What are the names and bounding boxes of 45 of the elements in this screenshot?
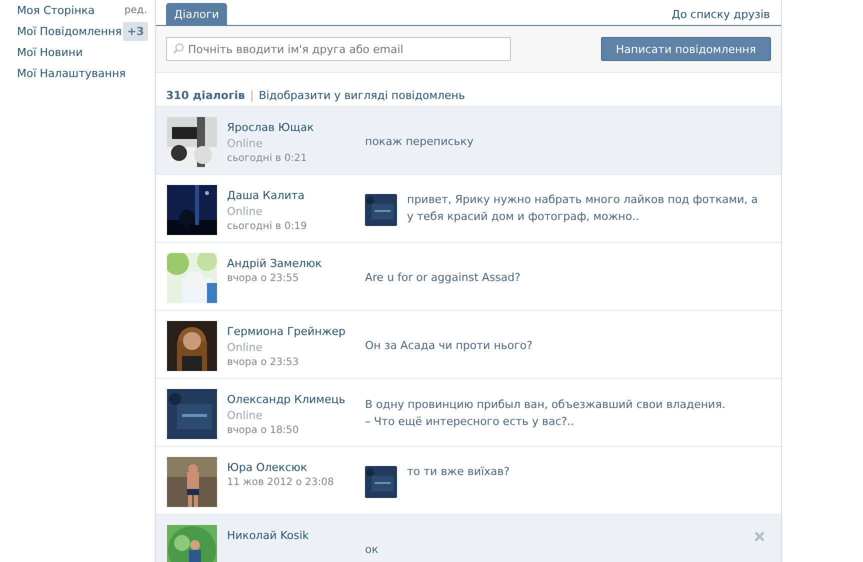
message-preview: то ти вже виїхав? — [407, 464, 510, 480]
tab[interactable]: Діалоги — [166, 3, 228, 25]
contact-name[interactable]: Гермиона Грейнжер — [227, 325, 365, 338]
message-time: вчора о 18:50 — [227, 425, 300, 436]
dialog-row[interactable]: Андрій Замелюк вчора о 23:55 Are u for or aggainst Assad? — [156, 243, 781, 311]
contact-name[interactable]: Даша Калита — [227, 189, 365, 202]
online-status: Online — [227, 341, 264, 354]
contact-name[interactable]: Олександр Климець — [227, 393, 365, 406]
message-preview: привет, Ярику нужно набрать много лайков под фотками, а у тебя красий дом и фотограф, можно.. — [407, 192, 759, 225]
contact-name[interactable]: Юра Олексюк — [227, 461, 365, 474]
contact-name[interactable]: Ярослав Ющак — [227, 121, 365, 134]
message-preview: В одну провинцию прибыл ван, объезжавший свои владения. – Что ещё интересного есть у вас?.. — [365, 397, 726, 430]
delete-icon[interactable] — [754, 531, 765, 542]
message-preview: Are u for or aggainst Assad? — [365, 270, 520, 286]
message-time: сьогодні в 0:19 — [227, 221, 308, 232]
dialog-row[interactable]: Олександр Климець Online вчора о 18:50 В одну провинцию прибыл ван, объезжавший свои владения. – Что ещё интересного есть у вас?.. — [156, 379, 781, 447]
sidebar-item[interactable]: Мої Налаштування — [17, 67, 126, 80]
online-status: Online — [227, 409, 264, 422]
online-status: Online — [227, 137, 264, 150]
dialog-count: 310 діалогів — [166, 89, 245, 102]
contact-name[interactable]: Николай Kosik — [227, 529, 365, 542]
view-toggle-link[interactable]: Відобразити у вигляді повідомлень — [258, 89, 465, 102]
friends-list-link[interactable]: До списку друзів — [672, 8, 770, 25]
sidebar-item[interactable]: Мої Повідомлення — [17, 25, 122, 38]
online-status: Online — [227, 205, 264, 218]
count-badge: +3 — [123, 22, 148, 41]
search-field[interactable]: Почніть вводити ім'я друга або email — [166, 37, 511, 61]
message-preview: Он за Асада чи проти нього? — [365, 338, 532, 354]
contact-name[interactable]: Андрій Замелюк — [227, 257, 365, 270]
message-preview: ок — [365, 542, 378, 558]
message-time: сьогодні в 0:21 — [227, 153, 308, 164]
dialog-row[interactable]: Николай Kosik ок — [156, 515, 781, 562]
separator: | — [250, 89, 254, 102]
message-time: вчора о 23:55 — [227, 273, 300, 284]
compose-button[interactable]: Написати повідомлення — [600, 37, 771, 61]
dialog-row[interactable]: Даша Калита Online сьогодні в 0:19 привет, Ярику нужно набрать много лайков под фотками, а у тебя красий дом и фотограф, можно.. — [156, 175, 781, 243]
sidebar-item[interactable]: Моя Сторінка — [17, 4, 95, 17]
message-time: 11 жов 2012 о 23:08 — [227, 477, 335, 488]
message-time: вчора о 23:53 — [227, 357, 300, 368]
edit-link[interactable]: ред. — [124, 5, 147, 16]
dialog-row[interactable]: Ярослав Ющак Online сьогодні в 0:21 покаж перепиську — [156, 107, 781, 175]
sidebar-item[interactable]: Мої Новини — [17, 46, 83, 59]
search-icon — [173, 43, 184, 54]
message-preview: покаж перепиську — [365, 134, 474, 150]
dialog-row[interactable]: Гермиона Грейнжер Online вчора о 23:53 Он за Асада чи проти нього? — [156, 311, 781, 379]
